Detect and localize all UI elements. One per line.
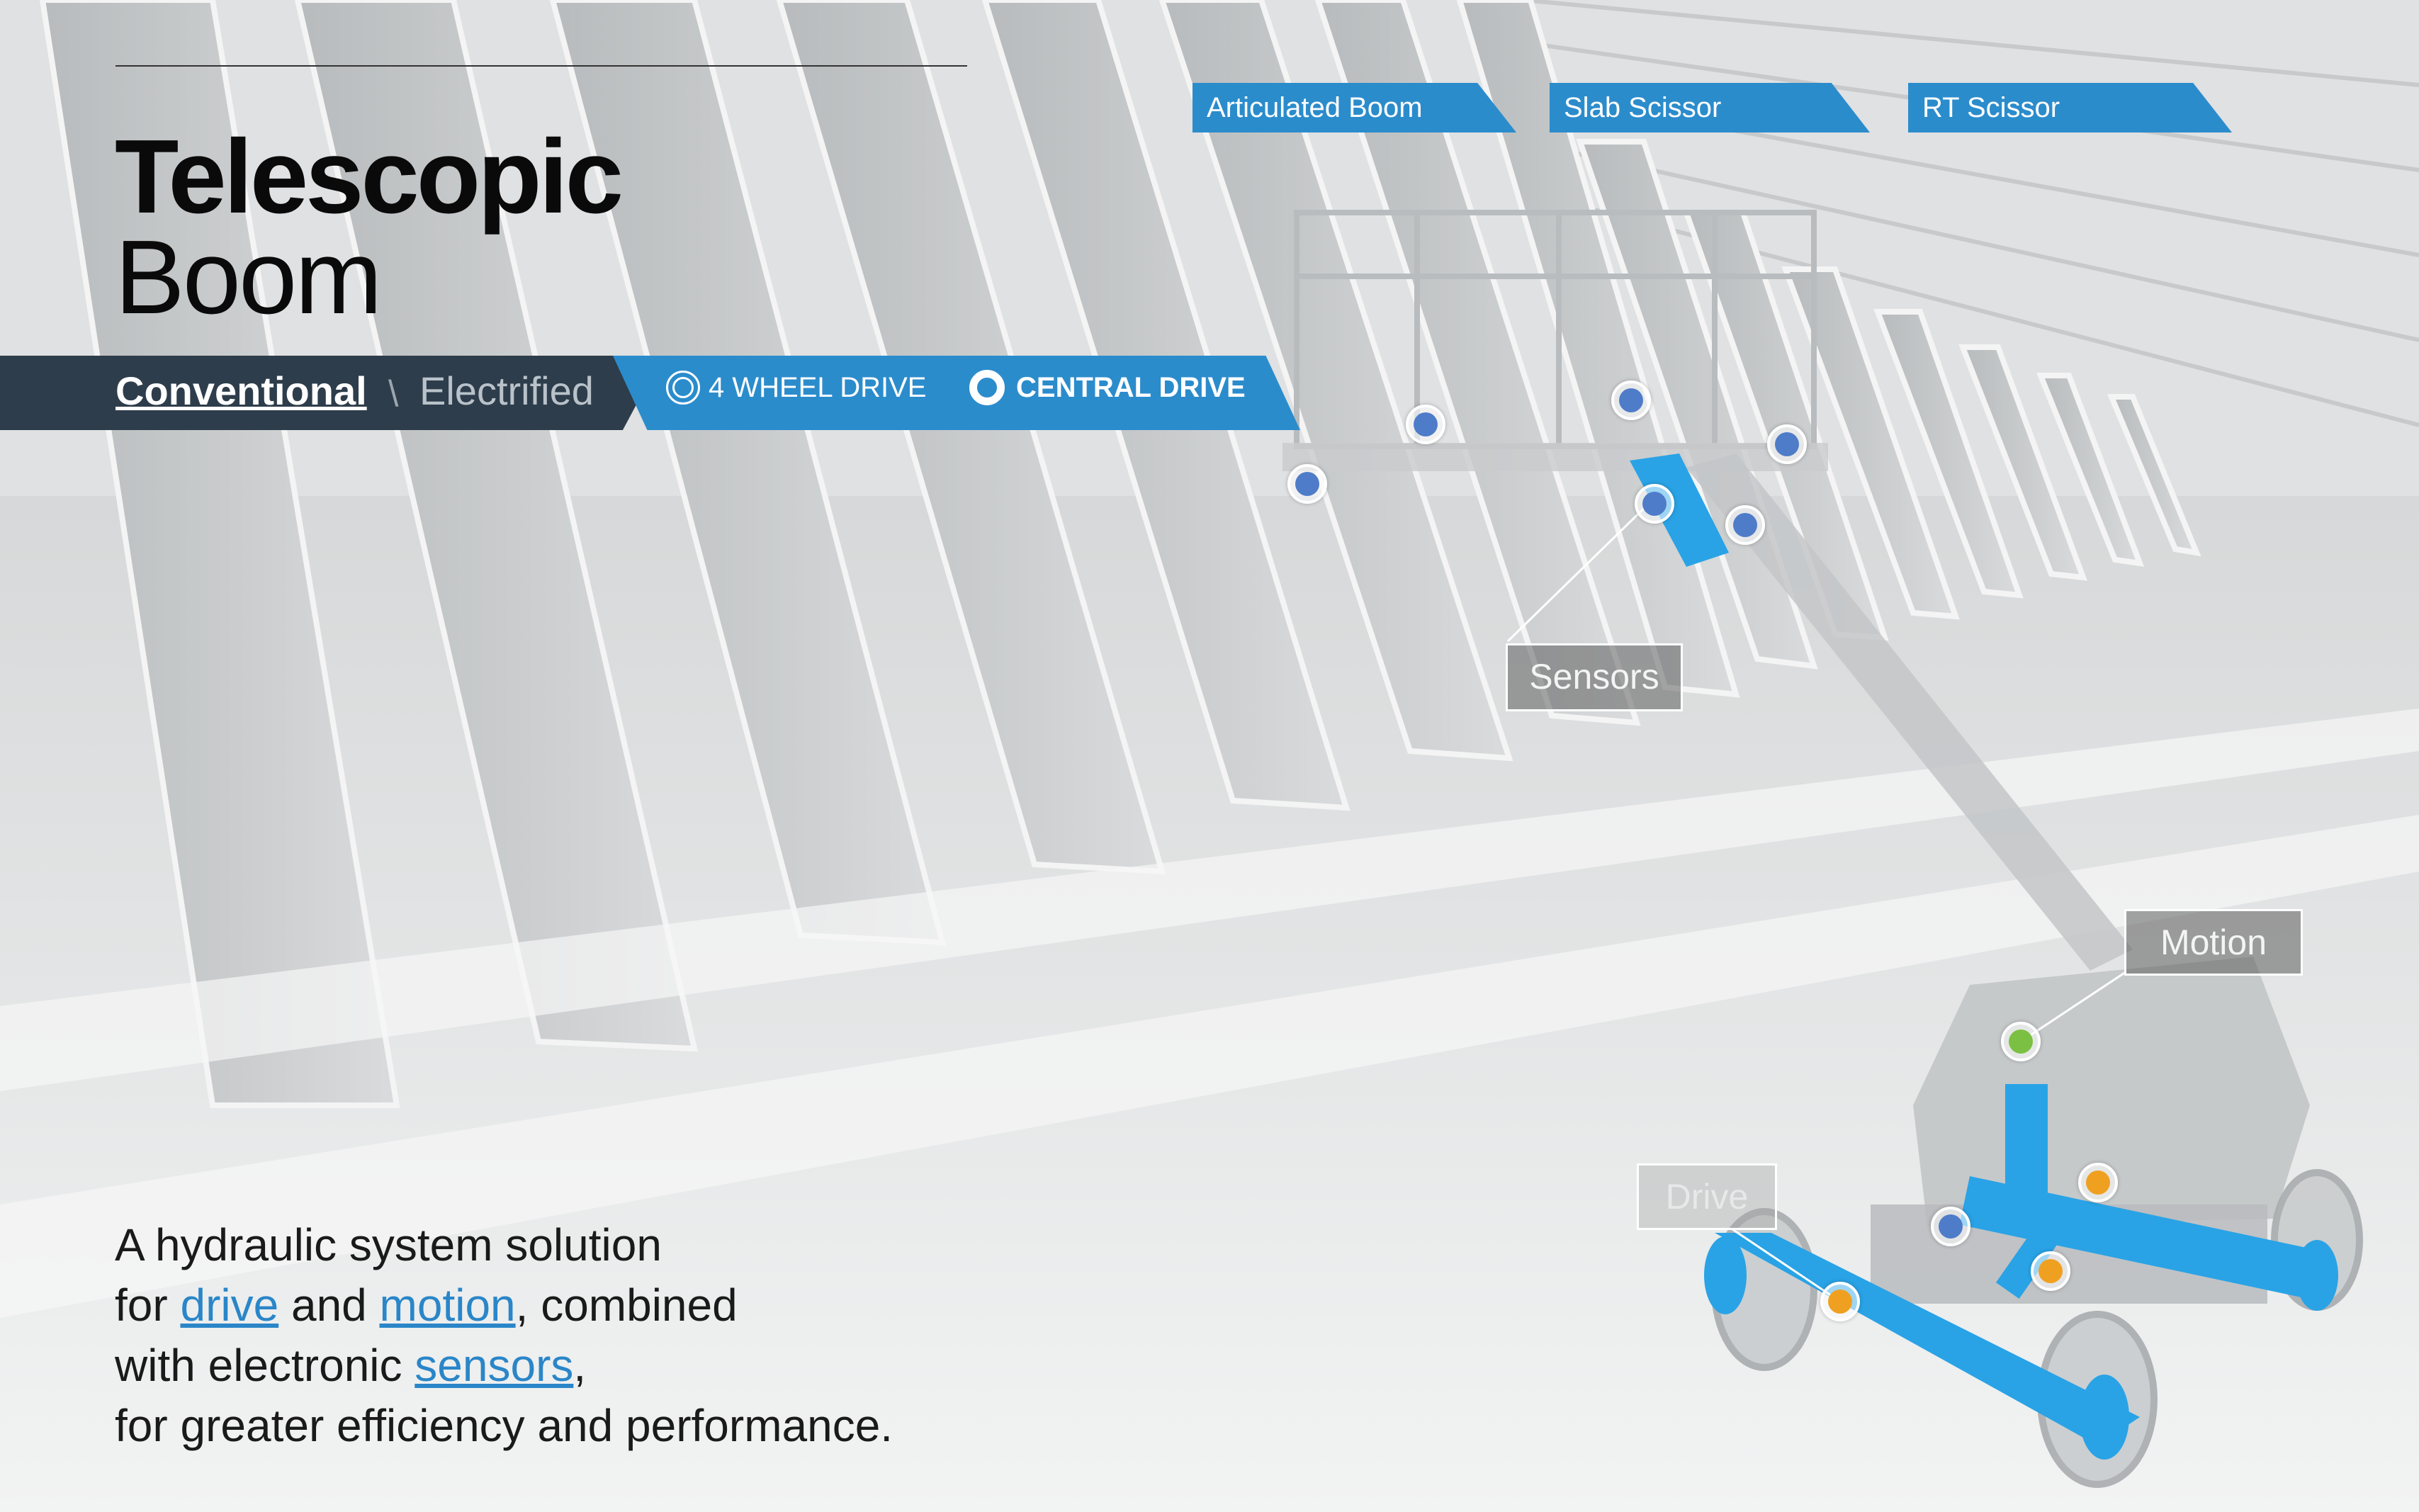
sensor-hotspot[interactable] [1611, 380, 1651, 420]
sensor-hotspot[interactable] [1767, 424, 1807, 464]
description-text: , [573, 1340, 587, 1391]
radio-selected-icon [969, 370, 1005, 405]
sensor-hotspot[interactable] [1406, 405, 1445, 444]
description-text: for [115, 1280, 181, 1331]
drive-option-central-label: CENTRAL DRIVE [1016, 371, 1246, 403]
drive-option-central[interactable]: CENTRAL DRIVE [969, 365, 1246, 410]
sensor-hotspot[interactable] [1725, 505, 1765, 545]
description: A hydraulic system solution for drive an… [115, 1215, 893, 1456]
description-text: , combined [515, 1280, 738, 1331]
sensor-hotspot[interactable] [1287, 464, 1327, 504]
radio-unselected-icon [666, 371, 700, 405]
drive-link[interactable]: drive [180, 1280, 278, 1331]
drive-hotspot[interactable] [1820, 1282, 1860, 1321]
motion-link[interactable]: motion [380, 1280, 516, 1331]
tab-articulated-boom[interactable]: Articulated Boom [1192, 83, 1516, 132]
tab-rt-scissor[interactable]: RT Scissor [1908, 83, 2232, 132]
sensors-callout[interactable]: Sensors [1506, 643, 1683, 711]
motion-hotspot[interactable] [2001, 1022, 2041, 1061]
sensor-hotspot[interactable] [1635, 484, 1674, 524]
tab-slab-scissor[interactable]: Slab Scissor [1550, 83, 1870, 132]
sensors-link[interactable]: sensors [415, 1340, 573, 1391]
description-text: with electronic [115, 1340, 415, 1391]
drive-hotspot[interactable] [2031, 1251, 2070, 1291]
drive-option-4wd-label: 4 WHEEL DRIVE [709, 371, 927, 403]
title-light: Boom [115, 219, 383, 336]
description-line-3: with electronic sensors, [115, 1336, 893, 1396]
page-title: Telescopic Boom [115, 118, 624, 336]
description-line-4: for greater efficiency and performance. [115, 1400, 893, 1451]
variant-conventional-tab[interactable]: Conventional [115, 371, 367, 411]
description-text: and [278, 1280, 380, 1331]
title-rule [115, 65, 967, 67]
motion-callout[interactable]: Motion [2124, 909, 2303, 976]
variant-electrified-tab[interactable]: Electrified [419, 371, 594, 411]
drive-hotspot[interactable] [2078, 1163, 2118, 1202]
description-line-1: A hydraulic system solution [115, 1219, 662, 1270]
description-line-2: for drive and motion, combined [115, 1275, 893, 1336]
title-bold: Telescopic [115, 118, 624, 235]
drive-callout[interactable]: Drive [1637, 1163, 1777, 1230]
drive-option-4wd[interactable]: 4 WHEEL DRIVE [666, 365, 926, 410]
sensor-hotspot[interactable] [1931, 1207, 1970, 1246]
variant-separator: \ [388, 373, 399, 414]
